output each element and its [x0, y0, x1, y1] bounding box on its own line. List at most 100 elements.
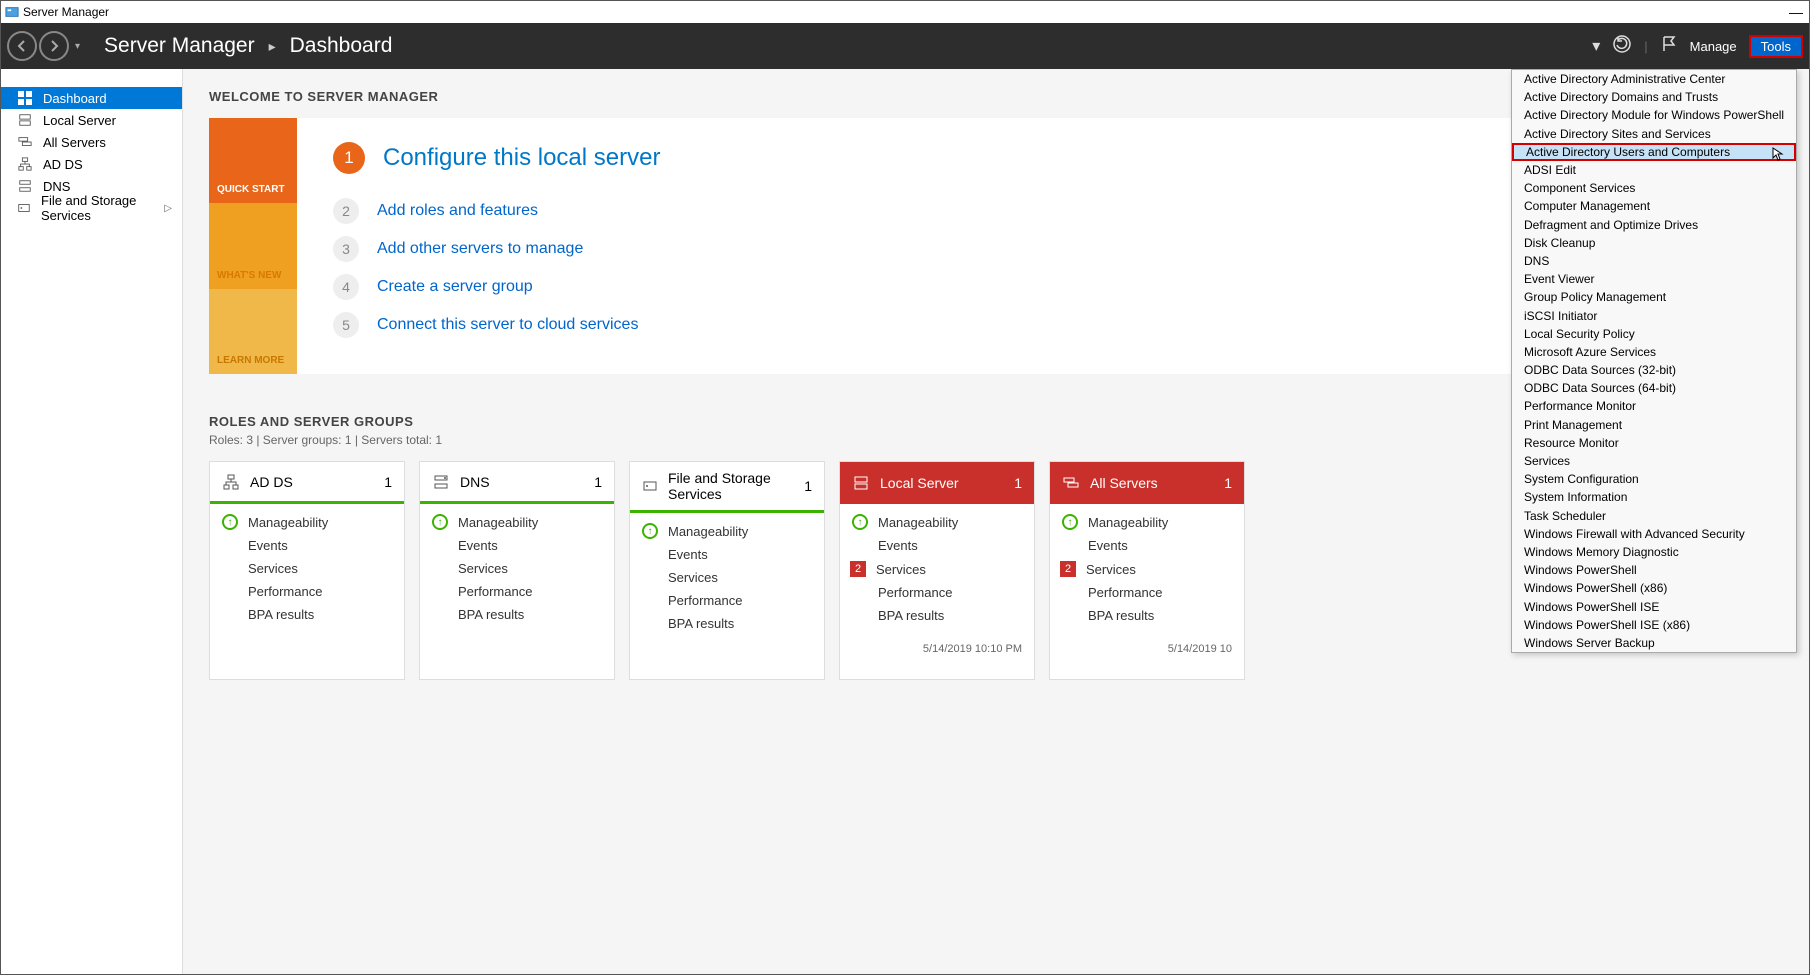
tile-row-services[interactable]: 2Services: [1062, 557, 1232, 581]
tools-menu-item[interactable]: System Configuration: [1512, 470, 1796, 488]
tools-menu-item[interactable]: Windows PowerShell ISE (x86): [1512, 616, 1796, 634]
breadcrumb-page: Dashboard: [290, 34, 393, 58]
sidebar: Dashboard Local Server All Servers AD DS…: [1, 69, 183, 974]
tools-menu-item[interactable]: ADSI Edit: [1512, 161, 1796, 179]
tools-menu-item[interactable]: Group Policy Management: [1512, 288, 1796, 306]
tile-row-performance[interactable]: Performance: [222, 580, 392, 603]
tile-icon: [642, 477, 658, 495]
tools-menu-item[interactable]: Active Directory Domains and Trusts: [1512, 88, 1796, 106]
dns-icon: [17, 178, 33, 194]
back-button[interactable]: [7, 31, 37, 61]
tile-row-performance[interactable]: Performance: [642, 589, 812, 612]
tools-menu-item[interactable]: Disk Cleanup: [1512, 234, 1796, 252]
status-ok-icon: ↑: [1062, 514, 1078, 530]
tools-menu-item[interactable]: Defragment and Optimize Drives: [1512, 216, 1796, 234]
tools-menu-item[interactable]: System Information: [1512, 488, 1796, 506]
tile-row-performance[interactable]: Performance: [1062, 581, 1232, 604]
tile-row-events[interactable]: Events: [432, 534, 602, 557]
sidebar-item-local-server[interactable]: Local Server: [1, 109, 182, 131]
tile-body: ↑ManageabilityEvents2ServicesPerformance…: [1050, 504, 1244, 637]
tools-menu-item[interactable]: Windows Server Backup: [1512, 634, 1796, 652]
tile[interactable]: All Servers1↑ManageabilityEvents2Service…: [1049, 461, 1245, 680]
tile[interactable]: File and Storage Services1 ↑Manageability…: [629, 461, 825, 680]
tools-menu-item[interactable]: Windows PowerShell ISE: [1512, 597, 1796, 615]
sidebar-item-all-servers[interactable]: All Servers: [1, 131, 182, 153]
refresh-icon[interactable]: [1612, 34, 1632, 59]
tools-menu-item[interactable]: iSCSI Initiator: [1512, 306, 1796, 324]
tile-row-manageability[interactable]: ↑Manageability: [852, 510, 1022, 534]
tile-timestamp: 5/14/2019 10: [1050, 637, 1244, 663]
sidebar-item-adds[interactable]: AD DS: [1, 153, 182, 175]
tile-header: Local Server1: [840, 462, 1034, 504]
tile-header: File and Storage Services1: [630, 462, 824, 513]
status-badge: 2: [850, 561, 866, 577]
tools-menu-item[interactable]: DNS: [1512, 252, 1796, 270]
tools-menu-item[interactable]: Active Directory Users and Computers: [1512, 143, 1796, 161]
toolbar-divider: |: [1644, 39, 1647, 54]
step-number: 2: [333, 198, 359, 224]
content: WELCOME TO SERVER MANAGER QUICK START WH…: [183, 69, 1809, 974]
tools-menu-item[interactable]: Task Scheduler: [1512, 507, 1796, 525]
tools-menu-item[interactable]: Windows Memory Diagnostic: [1512, 543, 1796, 561]
tile-row-performance[interactable]: Performance: [852, 581, 1022, 604]
tab-quick-start[interactable]: QUICK START: [209, 118, 297, 203]
tile-row-bpa[interactable]: BPA results: [642, 612, 812, 635]
flag-icon[interactable]: [1660, 35, 1678, 58]
dropdown-icon[interactable]: ▾: [1592, 36, 1600, 56]
tile[interactable]: DNS1↑ManageabilityEventsServicesPerforma…: [419, 461, 615, 680]
sidebar-item-dashboard[interactable]: Dashboard: [1, 87, 182, 109]
tile[interactable]: AD DS1 ↑ManageabilityEventsServicesPerfor…: [209, 461, 405, 680]
tools-menu-item[interactable]: Event Viewer: [1512, 270, 1796, 288]
tools-menu-item[interactable]: Print Management: [1512, 416, 1796, 434]
tile-row-bpa[interactable]: BPA results: [1062, 604, 1232, 627]
tile-row-services[interactable]: Services: [222, 557, 392, 580]
tile-header: AD DS1: [210, 462, 404, 504]
tile-row-events[interactable]: Events: [222, 534, 392, 557]
tile-row-manageability[interactable]: ↑Manageability: [222, 510, 392, 534]
tile-row-manageability[interactable]: ↑Manageability: [642, 519, 812, 543]
tools-menu-item[interactable]: Resource Monitor: [1512, 434, 1796, 452]
sidebar-item-label: AD DS: [43, 157, 83, 172]
tile-row-services[interactable]: 2Services: [852, 557, 1022, 581]
tile-row-bpa[interactable]: BPA results: [432, 603, 602, 626]
tile-row-bpa[interactable]: BPA results: [222, 603, 392, 626]
tools-menu-item[interactable]: Services: [1512, 452, 1796, 470]
tile-row-events[interactable]: Events: [852, 534, 1022, 557]
manage-menu[interactable]: Manage: [1690, 39, 1737, 54]
tools-menu-button[interactable]: Tools: [1749, 35, 1803, 58]
minimize-icon[interactable]: —: [1789, 4, 1809, 20]
tools-menu-item[interactable]: Windows PowerShell (x86): [1512, 579, 1796, 597]
tab-learn-more[interactable]: LEARN MORE: [209, 289, 297, 374]
tools-menu-item[interactable]: Local Security Policy: [1512, 325, 1796, 343]
tile-icon: [222, 473, 240, 491]
tile-row-services[interactable]: Services: [432, 557, 602, 580]
step-number: 5: [333, 312, 359, 338]
tile-row-manageability[interactable]: ↑Manageability: [432, 510, 602, 534]
tab-whats-new[interactable]: WHAT'S NEW: [209, 203, 297, 288]
tile-title: File and Storage Services: [668, 470, 794, 502]
forward-button[interactable]: [39, 31, 69, 61]
breadcrumb: Server Manager ▸ Dashboard: [104, 34, 392, 58]
tools-menu-item[interactable]: ODBC Data Sources (64-bit): [1512, 379, 1796, 397]
sidebar-item-file-storage[interactable]: File and Storage Services ▷: [1, 197, 182, 219]
tools-menu-item[interactable]: ODBC Data Sources (32-bit): [1512, 361, 1796, 379]
tile-row-manageability[interactable]: ↑Manageability: [1062, 510, 1232, 534]
tile-row-events[interactable]: Events: [642, 543, 812, 566]
tools-menu-item[interactable]: Active Directory Sites and Services: [1512, 125, 1796, 143]
tools-menu-item[interactable]: Microsoft Azure Services: [1512, 343, 1796, 361]
nav-dropdown-icon[interactable]: ▾: [75, 41, 80, 52]
breadcrumb-app[interactable]: Server Manager: [104, 34, 255, 58]
tools-menu-item[interactable]: Windows Firewall with Advanced Security: [1512, 525, 1796, 543]
tools-menu-item[interactable]: Computer Management: [1512, 197, 1796, 215]
tools-menu-item[interactable]: Performance Monitor: [1512, 397, 1796, 415]
tools-menu-item[interactable]: Active Directory Administrative Center: [1512, 70, 1796, 88]
tile[interactable]: Local Server1 ↑ManageabilityEvents2Servic…: [839, 461, 1035, 680]
titlebar: Server Manager —: [1, 1, 1809, 23]
tools-menu-item[interactable]: Windows PowerShell: [1512, 561, 1796, 579]
tools-menu-item[interactable]: Active Directory Module for Windows Powe…: [1512, 106, 1796, 124]
tile-row-bpa[interactable]: BPA results: [852, 604, 1022, 627]
tile-row-services[interactable]: Services: [642, 566, 812, 589]
tile-row-performance[interactable]: Performance: [432, 580, 602, 603]
tile-row-events[interactable]: Events: [1062, 534, 1232, 557]
tools-menu-item[interactable]: Component Services: [1512, 179, 1796, 197]
